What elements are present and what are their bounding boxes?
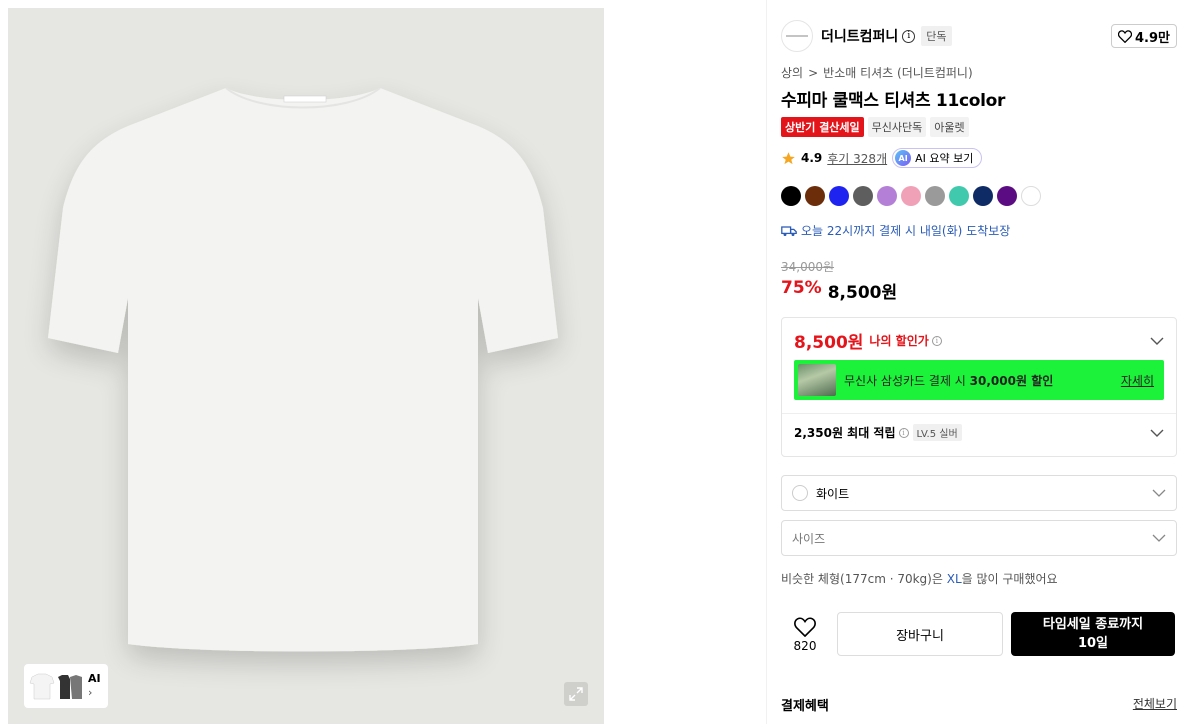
color-swatch-11[interactable]: [1021, 186, 1041, 206]
review-link[interactable]: 후기 328개: [827, 150, 887, 167]
chevron-down-icon[interactable]: [1150, 337, 1164, 345]
size-select[interactable]: 사이즈: [781, 520, 1177, 556]
product-tags: 상반기 결산세일 무신사단독 아울렛: [781, 117, 969, 137]
delivery-info: 오늘 22시까지 결제 시 내일(화) 도착보장: [781, 222, 1010, 239]
ai-summary-label: AI 요약 보기: [915, 152, 974, 165]
wishlist-count: 820: [793, 639, 817, 653]
payment-benefits-row: 결제혜택 전체보기: [781, 695, 1177, 714]
truck-icon: [781, 225, 797, 236]
color-swatch-7[interactable]: [925, 186, 945, 206]
sale-tag: 상반기 결산세일: [781, 117, 864, 137]
expand-icon[interactable]: [564, 682, 588, 706]
wishlist-button[interactable]: 820: [781, 612, 829, 658]
level-badge: LV.5 실버: [912, 424, 962, 441]
my-price: 8,500원: [794, 333, 864, 353]
info-icon[interactable]: i: [898, 427, 909, 438]
buy-button[interactable]: 타임세일 종료까지 10일: [1011, 612, 1175, 656]
color-swatch-8[interactable]: [949, 186, 969, 206]
discount-rate: 75%: [781, 278, 822, 298]
card-image: [798, 364, 836, 396]
buy-button-line1: 타임세일 종료까지: [1042, 617, 1144, 632]
original-price: 34,000원: [781, 260, 835, 274]
ai-label: AI: [88, 672, 101, 685]
final-price: 8,500원: [827, 283, 898, 303]
divider: [782, 413, 1176, 414]
exclusive-badge: 단독: [921, 26, 952, 46]
outlet-tag: 아울렛: [930, 117, 969, 137]
product-info-panel: 더니트컴퍼니 i 단독 4.9만 상의 > 반소매 티셔츠 (더니트컴퍼니) 수…: [766, 0, 1184, 724]
buy-button-line2: 10일: [1077, 636, 1109, 651]
color-swatch-10[interactable]: [997, 186, 1017, 206]
breadcrumb-subcategory[interactable]: 반소매 티셔츠 (더니트컴퍼니): [823, 64, 972, 81]
similar-body-recommendation: 비슷한 체형(177cm · 70kg)은 XL을 많이 구매했어요: [781, 572, 1058, 586]
breadcrumb-category[interactable]: 상의: [781, 64, 803, 81]
recommended-size: XL: [946, 572, 962, 586]
brand-logo[interactable]: [781, 20, 813, 52]
tshirt-image: [48, 87, 558, 652]
info-icon[interactable]: i: [902, 29, 916, 43]
color-select[interactable]: 화이트: [781, 475, 1177, 511]
benefits-box: 8,500원 나의 할인가 i 무신사 삼성카드 결제 시 30,000원 할인…: [781, 317, 1177, 457]
chevron-down-icon[interactable]: [1150, 429, 1164, 437]
thumbnail-ai-link[interactable]: AI ›: [88, 672, 101, 700]
view-all-link[interactable]: 전체보기: [1133, 695, 1177, 714]
color-swatch-9[interactable]: [973, 186, 993, 206]
payment-benefits-title: 결제혜택: [781, 699, 829, 714]
card-discount-text: 무신사 삼성카드 결제 시 30,000원 할인: [844, 373, 1054, 388]
points-text: 2,350원 최대 적립: [794, 426, 896, 440]
product-image-panel[interactable]: AI ›: [8, 8, 604, 724]
card-discount-banner[interactable]: 무신사 삼성카드 결제 시 30,000원 할인 자세히: [794, 360, 1164, 400]
color-swatches: [781, 186, 1041, 206]
breadcrumb-separator: >: [808, 65, 819, 80]
price-row: 75% 8,500원: [781, 278, 897, 303]
heart-icon: [1118, 29, 1132, 43]
my-price-row[interactable]: 8,500원 나의 할인가 i: [794, 328, 1164, 353]
rating-value: 4.9: [801, 151, 823, 165]
chevron-down-icon: [1152, 534, 1166, 542]
color-swatch-4[interactable]: [853, 186, 873, 206]
color-swatch-1[interactable]: [781, 186, 801, 206]
brand-row: 더니트컴퍼니 i 단독 4.9만: [781, 20, 1177, 52]
rating-row: 4.9 후기 328개 AI AI 요약 보기: [781, 148, 983, 168]
chevron-right-icon: ›: [88, 686, 93, 699]
heart-icon: [794, 617, 816, 637]
info-icon[interactable]: i: [931, 335, 942, 346]
exclusive-tag: 무신사단독: [867, 117, 927, 137]
points-row[interactable]: 2,350원 최대 적립 i LV.5 실버: [794, 424, 1164, 441]
brand-like-button[interactable]: 4.9만: [1111, 24, 1177, 48]
chevron-down-icon: [1152, 489, 1166, 497]
delivery-text: 오늘 22시까지 결제 시 내일(화) 도착보장: [801, 224, 1011, 238]
action-row: 820 장바구니 타임세일 종료까지 10일: [781, 612, 1177, 658]
brand-like-count: 4.9만: [1135, 30, 1170, 46]
color-swatch-6[interactable]: [901, 186, 921, 206]
add-to-cart-button[interactable]: 장바구니: [837, 612, 1003, 656]
product-title: 수피마 쿨맥스 티셔츠 11color: [781, 91, 1006, 111]
ai-summary-button[interactable]: AI AI 요약 보기: [892, 148, 983, 168]
ai-icon: AI: [895, 150, 912, 166]
thumbnail-selector[interactable]: AI ›: [24, 664, 108, 708]
size-placeholder: 사이즈: [792, 531, 826, 546]
card-detail-link[interactable]: 자세히: [1121, 372, 1154, 389]
thumbnail-images: [28, 669, 84, 703]
brand-name[interactable]: 더니트컴퍼니: [821, 26, 898, 46]
star-icon: [782, 151, 795, 164]
color-swatch-3[interactable]: [829, 186, 849, 206]
color-swatch-5[interactable]: [877, 186, 897, 206]
my-price-label: 나의 할인가: [869, 334, 929, 348]
breadcrumb: 상의 > 반소매 티셔츠 (더니트컴퍼니): [781, 64, 973, 81]
color-swatch-2[interactable]: [805, 186, 825, 206]
selected-color-label: 화이트: [816, 486, 850, 501]
selected-color-dot: [792, 485, 808, 501]
